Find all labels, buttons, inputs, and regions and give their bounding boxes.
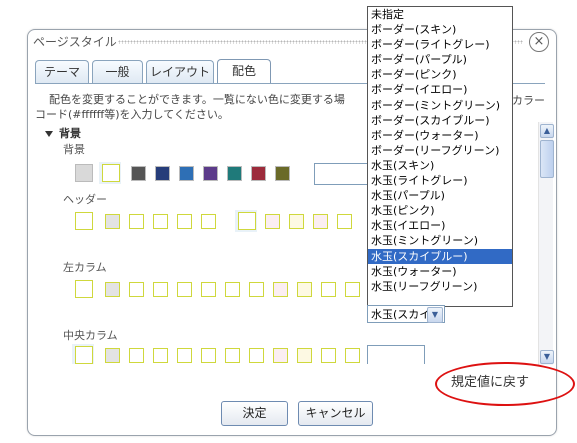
color-swatch[interactable] <box>179 166 194 181</box>
pattern-swatch[interactable] <box>313 214 328 229</box>
dropdown-option[interactable]: 水玉(パープル) <box>368 188 512 203</box>
dropdown-option[interactable]: 未指定 <box>368 7 512 22</box>
dropdown-option[interactable]: 水玉(リーフグリーン) <box>368 279 512 294</box>
pattern-dropdown-list[interactable]: 未指定 ボーダー(スキン) ボーダー(ライトグレー) ボーダー(パープル) ボー… <box>367 6 513 307</box>
pattern-swatch[interactable] <box>105 214 120 229</box>
section-label-center-column: 中央カラム <box>63 329 118 342</box>
dropdown-option[interactable]: 水玉(ミントグリーン) <box>368 233 512 248</box>
pattern-swatch[interactable] <box>225 348 240 363</box>
pattern-swatch[interactable] <box>177 214 192 229</box>
dropdown-option[interactable]: 水玉(ピンク) <box>368 203 512 218</box>
pattern-swatch[interactable] <box>225 282 240 297</box>
scroll-up-icon[interactable]: ▲ <box>540 124 554 138</box>
pattern-swatch[interactable] <box>153 348 168 363</box>
dialog-title: ページスタイル <box>33 35 117 49</box>
dropdown-option[interactable]: ボーダー(ウォーター) <box>368 128 512 143</box>
collapse-triangle-icon <box>45 131 53 137</box>
pattern-swatch[interactable] <box>129 282 144 297</box>
dropdown-option[interactable]: 水玉(ウォーター) <box>368 264 512 279</box>
pattern-swatch[interactable] <box>153 282 168 297</box>
pattern-swatch[interactable] <box>201 214 216 229</box>
description-tail: カラー <box>512 94 545 107</box>
ok-button[interactable]: 決定 <box>221 401 288 426</box>
dropdown-option[interactable]: ボーダー(ミントグリーン) <box>368 98 512 113</box>
cancel-button[interactable]: キャンセル <box>298 401 373 426</box>
tab-general[interactable]: 一般 <box>92 60 143 83</box>
pattern-swatch[interactable] <box>75 280 93 298</box>
pattern-swatch[interactable] <box>249 348 264 363</box>
content-scrollbar[interactable]: ▲ ▼ <box>538 122 554 365</box>
background-swatch-row <box>73 162 383 185</box>
section-label-background: 背景 <box>63 143 85 156</box>
section-label-left-column: 左カラム <box>63 261 107 274</box>
pattern-swatch[interactable] <box>177 282 192 297</box>
tab-layout[interactable]: レイアウト <box>146 60 214 83</box>
pattern-swatch[interactable] <box>345 282 360 297</box>
pattern-swatch[interactable] <box>265 214 280 229</box>
scroll-thumb[interactable] <box>540 140 554 178</box>
color-swatch[interactable] <box>155 166 170 181</box>
pattern-swatch[interactable] <box>297 348 312 363</box>
dropdown-option[interactable]: ボーダー(ピンク) <box>368 67 512 82</box>
color-swatch[interactable] <box>251 166 266 181</box>
pattern-swatch[interactable] <box>345 348 360 363</box>
pattern-swatch[interactable] <box>321 348 336 363</box>
reset-to-default-link[interactable]: 規定値に戻す <box>451 371 529 390</box>
pattern-swatch[interactable] <box>201 282 216 297</box>
pattern-swatch[interactable] <box>105 282 120 297</box>
pattern-swatch[interactable] <box>177 348 192 363</box>
dropdown-option[interactable]: ボーダー(ライトグレー) <box>368 37 512 52</box>
dropdown-option[interactable]: 水玉(ライトグレー) <box>368 173 512 188</box>
color-code-input[interactable] <box>314 163 370 185</box>
pattern-swatch[interactable] <box>321 282 336 297</box>
pattern-swatch[interactable] <box>129 214 144 229</box>
tab-color-scheme[interactable]: 配色 <box>217 59 271 84</box>
pattern-swatch[interactable] <box>337 214 352 229</box>
pattern-swatch[interactable] <box>273 348 288 363</box>
color-swatch[interactable] <box>275 166 290 181</box>
pattern-select[interactable]: 水玉(スカイ ▼ <box>367 305 445 323</box>
pattern-swatch[interactable] <box>105 348 120 363</box>
header-swatch-row <box>73 210 373 232</box>
group-label: 背景 <box>59 127 81 140</box>
pattern-swatch[interactable] <box>201 348 216 363</box>
pattern-swatch[interactable] <box>238 212 256 230</box>
pattern-swatch[interactable] <box>297 282 312 297</box>
pattern-swatch[interactable] <box>129 348 144 363</box>
color-swatch[interactable] <box>131 166 146 181</box>
chevron-down-icon[interactable]: ▼ <box>427 307 443 323</box>
pattern-swatch[interactable] <box>75 346 93 364</box>
close-icon[interactable]: × <box>529 32 549 52</box>
dropdown-option[interactable]: ボーダー(スカイブルー) <box>368 113 512 128</box>
left-column-swatch-row <box>73 278 373 300</box>
pattern-swatch[interactable] <box>75 212 93 230</box>
color-swatch[interactable] <box>75 164 93 182</box>
pattern-select-value: 水玉(スカイ <box>371 308 431 321</box>
dropdown-option[interactable]: ボーダー(イエロー) <box>368 82 512 97</box>
dropdown-option[interactable]: ボーダー(パープル) <box>368 52 512 67</box>
pattern-swatch[interactable] <box>273 282 288 297</box>
color-swatch[interactable] <box>203 166 218 181</box>
group-header-background[interactable]: 背景 <box>45 125 81 141</box>
dropdown-option[interactable]: 水玉(イエロー) <box>368 218 512 233</box>
color-swatch[interactable] <box>102 164 120 182</box>
dropdown-option[interactable]: ボーダー(リーフグリーン) <box>368 143 512 158</box>
section-label-header: ヘッダー <box>63 193 107 206</box>
center-column-swatch-row <box>67 344 425 364</box>
tab-theme[interactable]: テーマ <box>35 60 89 83</box>
pattern-swatch[interactable] <box>153 214 168 229</box>
pattern-swatch[interactable] <box>289 214 304 229</box>
scroll-down-icon[interactable]: ▼ <box>540 350 554 364</box>
dropdown-option[interactable]: 水玉(スキン) <box>368 158 512 173</box>
color-swatch[interactable] <box>227 166 242 181</box>
pattern-swatch[interactable] <box>249 282 264 297</box>
dropdown-option-selected[interactable]: 水玉(スカイブルー) <box>368 248 512 264</box>
dropdown-option[interactable]: ボーダー(スキン) <box>368 22 512 37</box>
color-code-input[interactable] <box>367 345 425 364</box>
